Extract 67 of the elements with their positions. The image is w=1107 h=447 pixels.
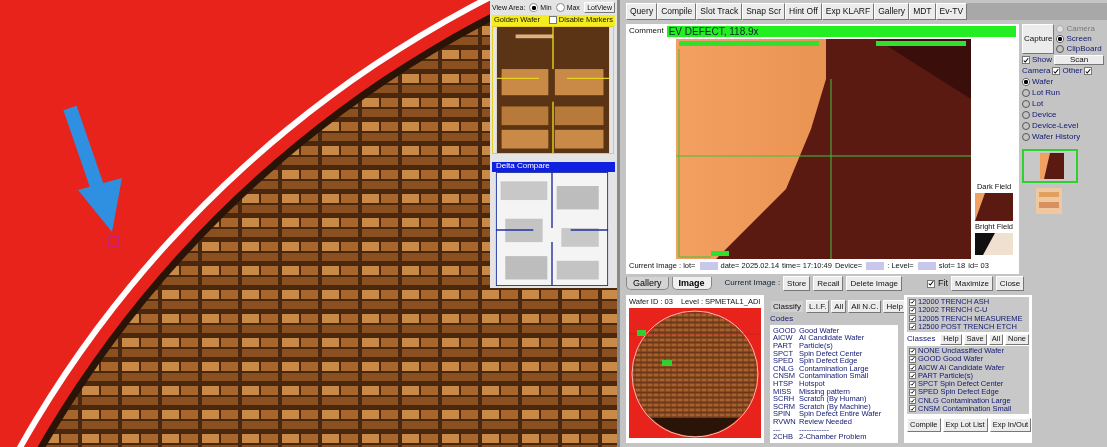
checkbox[interactable] [909,372,916,380]
image-action-button[interactable]: Recall [813,276,844,291]
current-image-label: Current Image : [724,279,781,288]
toolbar-button[interactable]: MDT [909,3,936,20]
toolbar-button[interactable]: Compile [657,3,697,20]
classify-button[interactable]: All N.C. [848,300,882,313]
thumbnail-drawing[interactable] [1036,188,1062,214]
radio-button[interactable] [555,3,565,13]
toolbar-button[interactable]: Exp KLARF [821,3,875,20]
checkbox[interactable] [909,388,916,396]
window-button[interactable]: Maximize [951,276,993,291]
image-action-button[interactable]: Delete Image [846,276,903,291]
radio-button[interactable] [1056,35,1065,43]
checkbox[interactable] [909,364,916,372]
radio-label: Wafer [1032,77,1054,87]
toolbar-button[interactable]: Slot Track [696,3,743,20]
checkbox[interactable] [909,323,916,331]
checkbox[interactable] [1022,56,1030,64]
thumbnail-drawing[interactable] [1022,149,1078,183]
classes-label: Classes [907,334,936,344]
toolbar-button[interactable]: Query [626,3,658,20]
checkbox[interactable] [909,298,916,306]
checkbox[interactable] [909,315,916,323]
radio-button[interactable] [529,3,539,13]
classify-button[interactable]: Classify [770,300,804,313]
radio-button[interactable] [1022,78,1030,86]
radio-label: ClipBoard [1066,44,1102,54]
checkbox[interactable] [1052,67,1061,75]
dark-field-thumbnail-drawing [975,192,1013,221]
radio-label: Wafer History [1032,132,1081,142]
checkbox[interactable] [909,397,916,405]
radio-label: Screen [1066,34,1092,44]
comment-label: Comment [629,27,664,36]
comment-field[interactable]: EV DEFECT, 118.9x [666,26,1016,37]
classify-button[interactable]: L.I.F. [806,300,830,313]
scan-button[interactable]: Scan [1054,55,1104,65]
checkbox-label: Camera [1022,66,1051,76]
checkbox-label: Show [1032,55,1052,65]
image-action-button[interactable]: Store [783,276,811,291]
tab[interactable]: Gallery [626,277,669,290]
toolbar-button[interactable]: Hint Off [785,3,822,20]
checkbox[interactable] [909,306,916,314]
window-button[interactable]: Close [995,276,1025,291]
classify-button[interactable]: Help [883,300,906,313]
radio-label: Camera [1066,24,1095,34]
bright-field-thumbnail-drawing [975,233,1013,255]
checkbox[interactable] [548,16,557,25]
checkbox[interactable] [909,405,916,413]
fit-label: Fit [938,278,949,289]
checkbox[interactable] [927,279,936,288]
radio-label: Device [1032,110,1057,120]
toolbar-button[interactable]: Snap Scr [742,3,786,20]
codes-label: Codes [770,315,795,324]
toolbar-button[interactable]: Ev-TV [935,3,968,20]
capture-button[interactable]: Capture [1022,24,1055,54]
checkbox[interactable] [1084,67,1093,75]
radio-label: Device-Level [1032,121,1079,131]
checkbox-label: Other [1062,66,1083,76]
delta-compare-title: Delta Compare [496,162,550,172]
checkbox[interactable] [909,347,916,355]
toolbar-button[interactable]: Gallery [874,3,910,20]
checkbox[interactable] [909,355,916,363]
checkbox[interactable] [909,380,916,388]
tab[interactable]: Image [671,277,712,290]
classify-button[interactable]: All [831,300,847,313]
radio-label: Lot [1032,99,1044,109]
radio-label: Lot Run [1032,88,1061,98]
